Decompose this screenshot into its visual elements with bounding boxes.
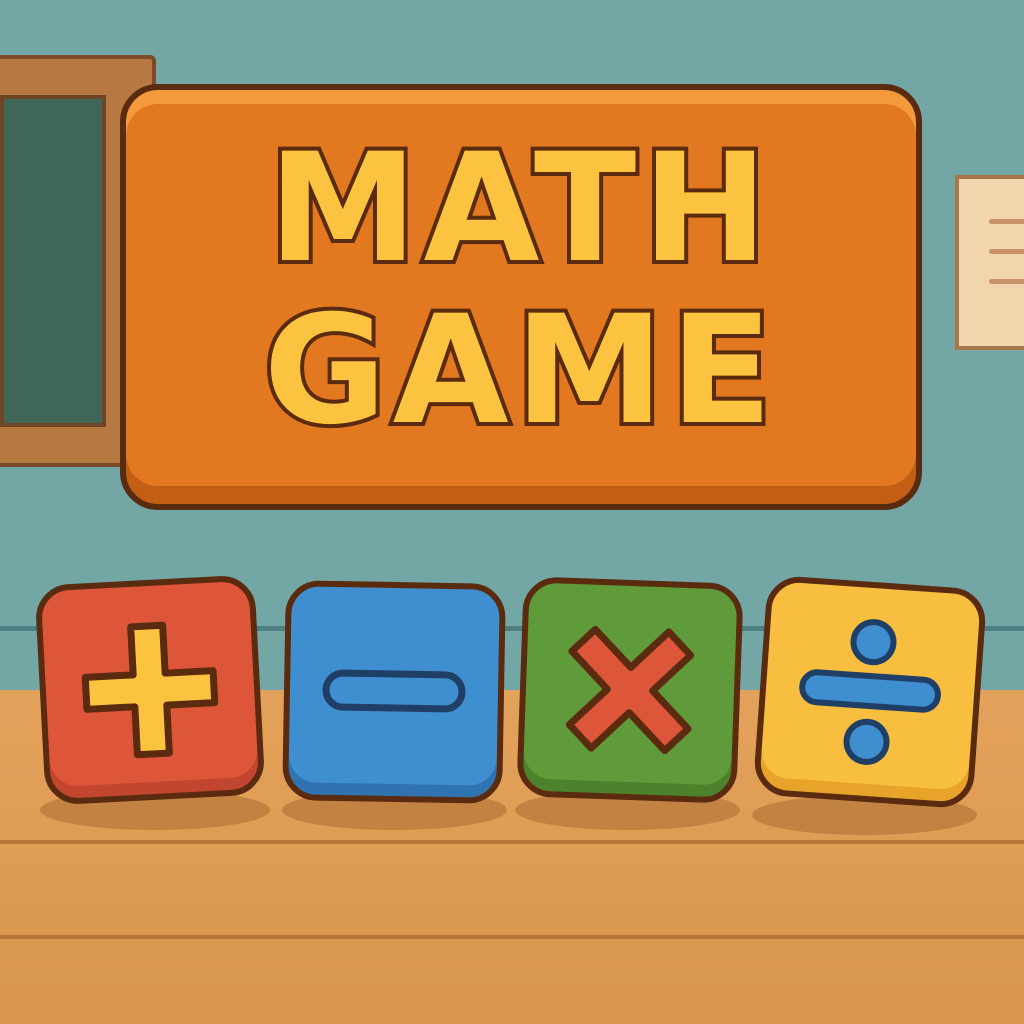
times-icon [565,625,695,755]
subtraction-tile[interactable] [282,580,506,804]
division-tile[interactable] [752,574,988,810]
notice-line [989,219,1024,224]
notice-line [989,279,1024,284]
plus-icon [81,621,219,759]
title-sign: MATH GAME [120,84,922,510]
notice-line [989,249,1024,254]
addition-tile[interactable] [34,574,266,806]
title-line-2: GAME [260,284,779,458]
floor-board-line [0,935,1024,939]
chalkboard-surface [0,95,106,427]
floor-board-line [0,840,1024,844]
minus-icon [322,669,466,713]
divide-icon [799,619,941,765]
notice-paper [955,175,1024,350]
title-line-1: MATH [264,122,774,296]
game-title-screen: MATH GAME [0,0,1024,1024]
multiplication-tile[interactable] [516,576,744,804]
